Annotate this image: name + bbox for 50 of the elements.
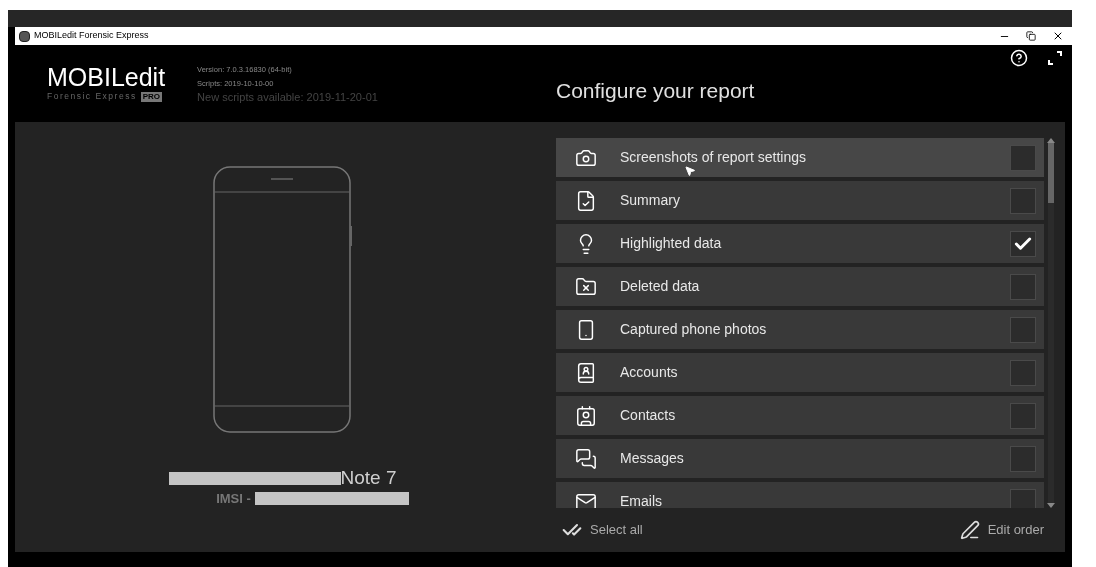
item-label: Summary <box>620 191 680 210</box>
report-item[interactable]: Highlighted data <box>556 224 1044 263</box>
folder-icon <box>575 275 597 298</box>
item-label: Contacts <box>620 406 676 425</box>
item-label: Deleted data <box>620 277 700 296</box>
checkbox[interactable] <box>1010 359 1036 386</box>
cursor-icon <box>684 165 696 177</box>
page-title: Configure your report <box>556 78 755 104</box>
contact-icon <box>575 404 597 427</box>
chat-icon <box>575 447 597 470</box>
contact-card-icon <box>575 361 597 384</box>
checkbox[interactable] <box>1010 316 1036 343</box>
edit-order-button[interactable]: Edit order <box>959 520 1044 540</box>
checkbox[interactable] <box>1010 445 1036 472</box>
report-item[interactable]: Emails <box>556 482 1044 508</box>
document-icon <box>575 189 597 212</box>
item-label: Accounts <box>620 363 678 382</box>
report-item[interactable]: Accounts <box>556 353 1044 392</box>
item-label: Messages <box>620 449 684 468</box>
report-item[interactable]: Deleted data <box>556 267 1044 306</box>
report-item[interactable]: Summary <box>556 181 1044 220</box>
window-title: MOBILedit Forensic Express <box>34 29 149 43</box>
close-icon[interactable] <box>1052 30 1064 42</box>
checkbox[interactable] <box>1010 187 1036 214</box>
logo-subtitle: Forensic Express <box>47 90 137 103</box>
device-name: Note 7 <box>340 467 397 489</box>
item-label: Emails <box>620 492 662 508</box>
scrollbar-thumb[interactable] <box>1048 143 1054 203</box>
fullscreen-icon[interactable] <box>1048 51 1062 65</box>
restore-icon[interactable] <box>1026 31 1036 41</box>
item-label: Captured phone photos <box>620 320 767 339</box>
pencil-icon <box>959 520 980 540</box>
new-scripts-text: New scripts available: 2019-11-20-01 <box>197 90 378 104</box>
help-icon[interactable] <box>1010 49 1028 67</box>
logo: MOBILedit <box>47 64 166 91</box>
pro-badge: PRO <box>140 91 162 102</box>
report-item[interactable]: Contacts <box>556 396 1044 435</box>
checkbox[interactable] <box>1010 144 1036 171</box>
item-label: Screenshots of report settings <box>620 148 806 167</box>
checkbox[interactable] <box>1010 230 1036 257</box>
imsi-label: IMSI - <box>216 490 251 508</box>
report-item[interactable]: Screenshots of report settings <box>556 138 1044 177</box>
checkbox[interactable] <box>1010 488 1036 508</box>
report-item[interactable]: Captured phone photos <box>556 310 1044 349</box>
checkbox[interactable] <box>1010 273 1036 300</box>
item-label: Highlighted data <box>620 234 722 253</box>
app-icon <box>19 30 30 42</box>
checkbox[interactable] <box>1010 402 1036 429</box>
report-item[interactable]: Messages <box>556 439 1044 478</box>
select-all-button[interactable]: Select all <box>562 520 643 540</box>
